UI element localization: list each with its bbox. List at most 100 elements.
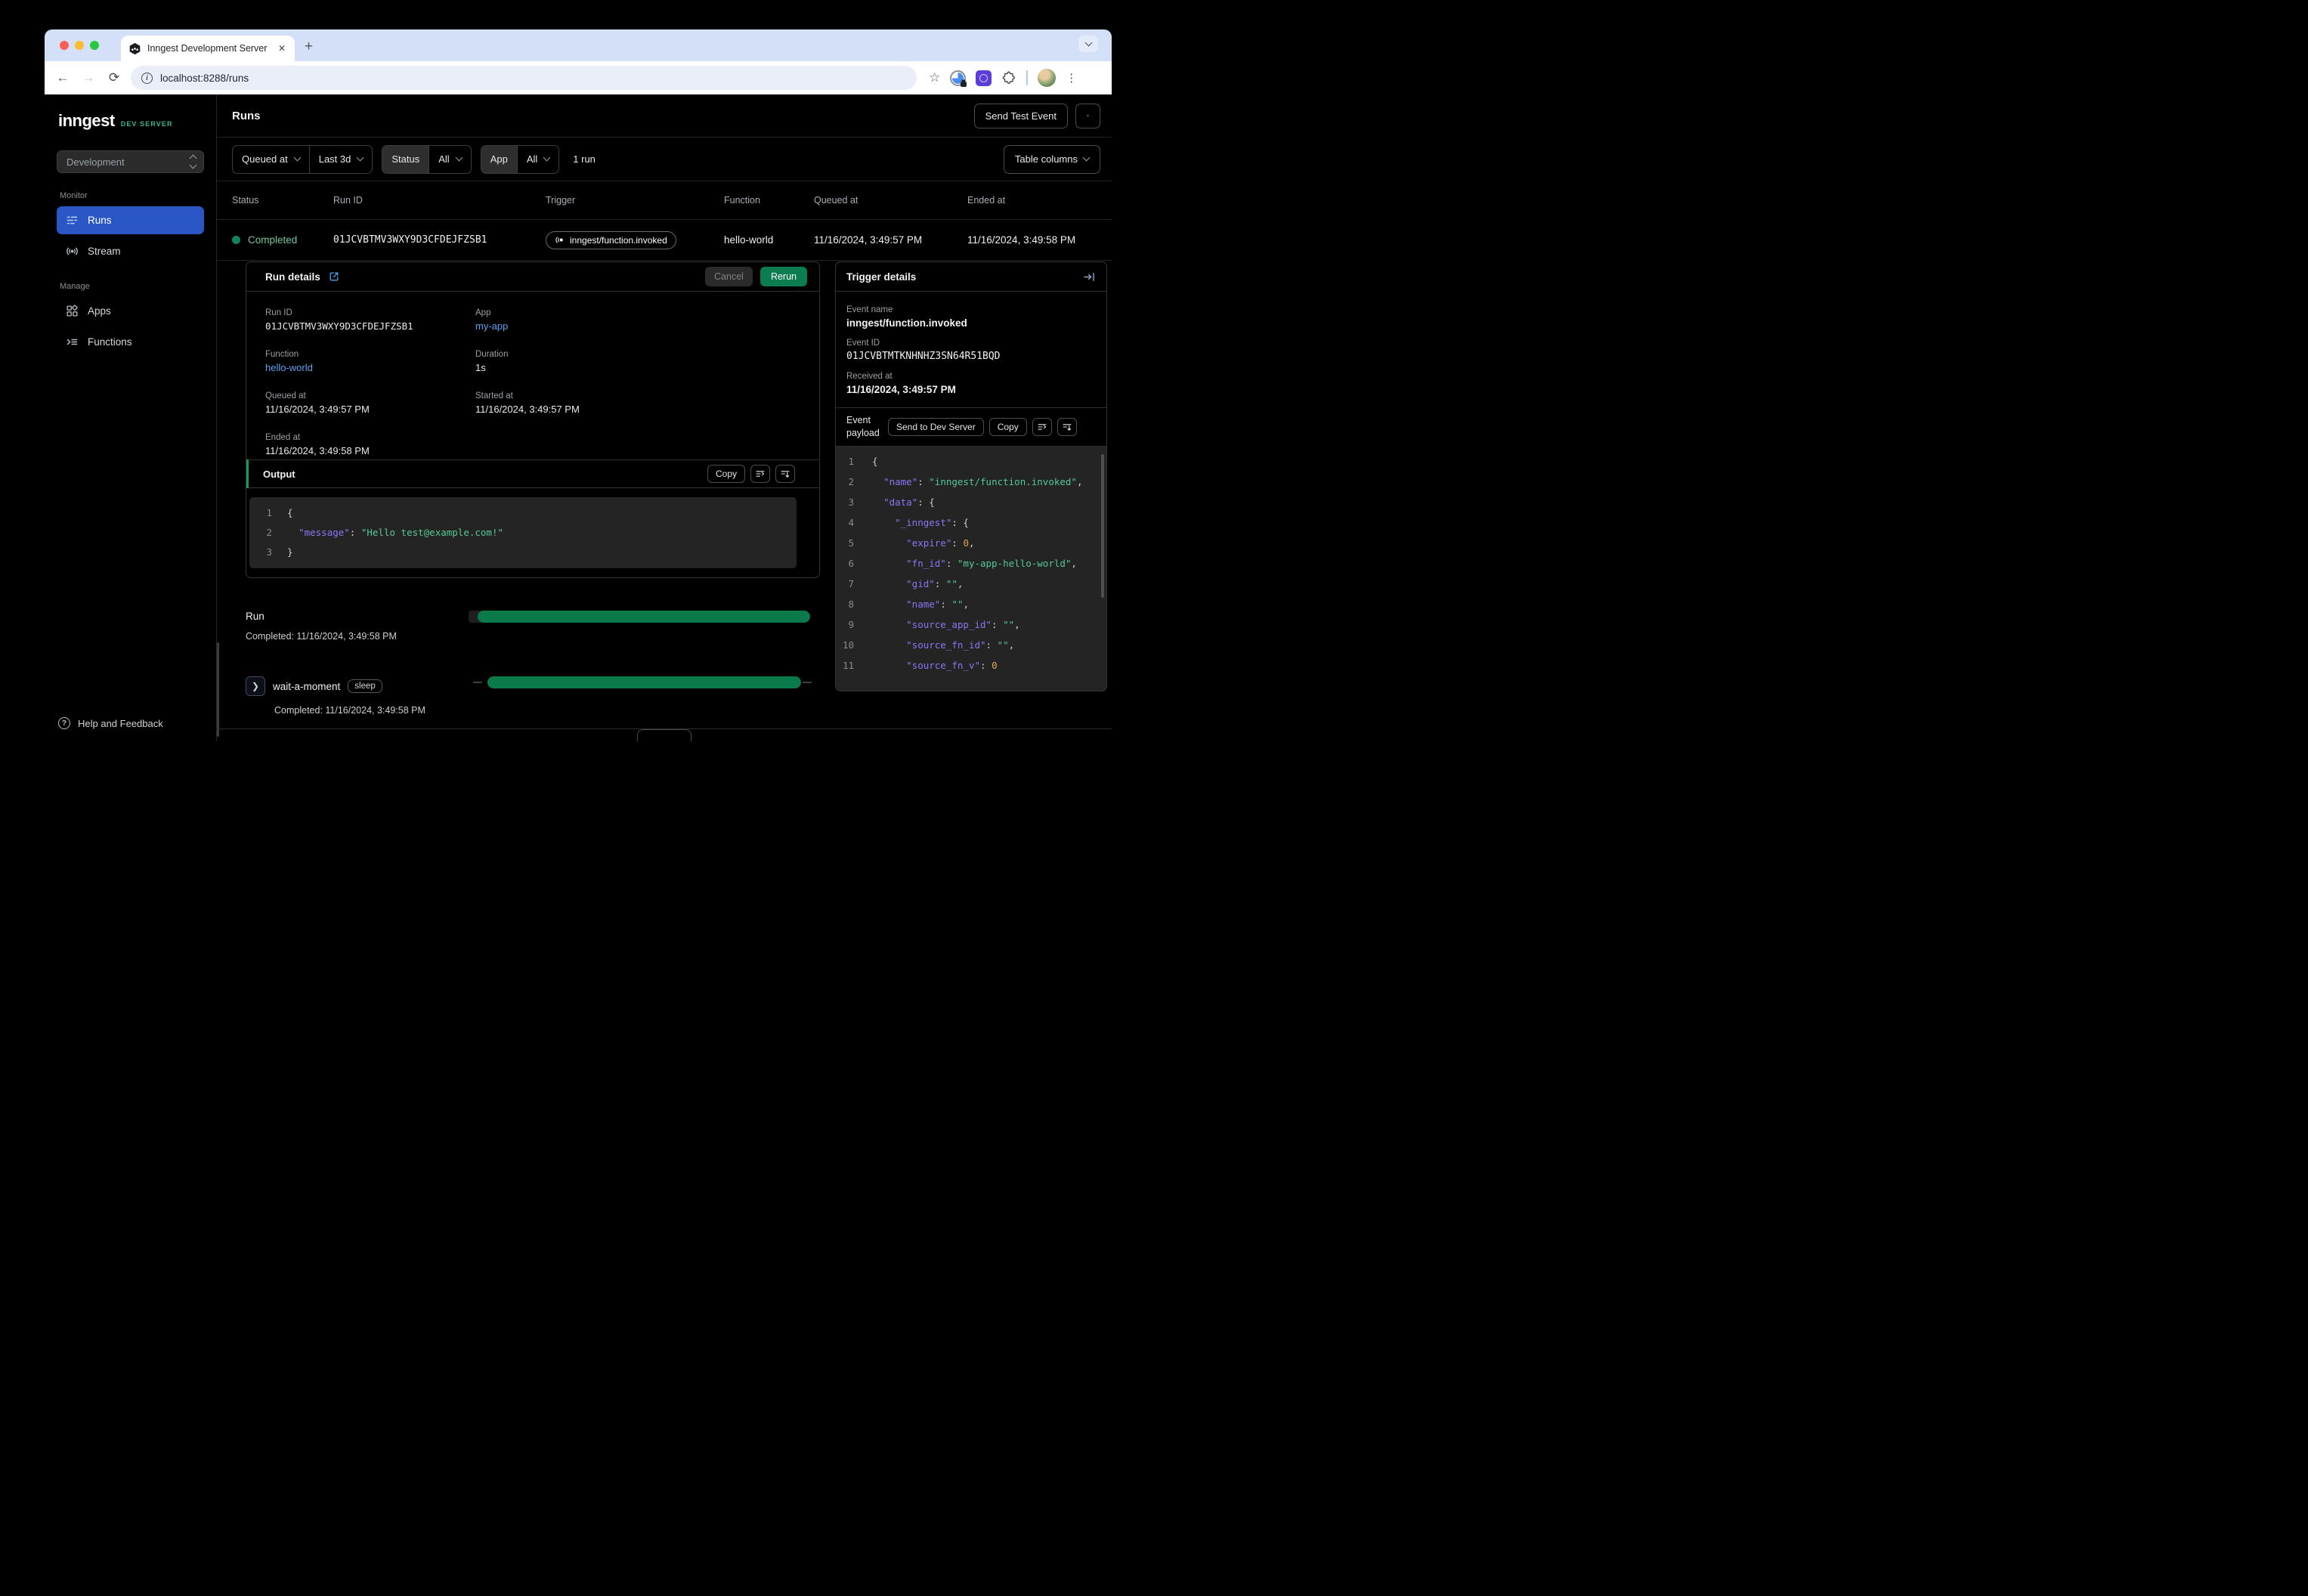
run-timeline: Run Completed: 11/16/2024, 3:49:58 PM ❯ …	[246, 611, 820, 716]
output-section-header: Output Copy	[246, 459, 819, 488]
password-manager-extension-icon[interactable]	[950, 70, 967, 87]
trigger-badge[interactable]: inngest/function.invoked	[546, 230, 676, 249]
maximize-window-button[interactable]	[90, 41, 99, 50]
reload-button[interactable]: ⟳	[105, 70, 123, 85]
table-header: Status Run ID Trigger Function Queued at…	[217, 181, 1112, 219]
minimize-window-button[interactable]	[75, 41, 84, 50]
field-duration: Duration 1s	[475, 350, 509, 373]
col-ended-at: Ended at	[967, 195, 1006, 206]
scroll-down-icon	[1063, 424, 1072, 431]
sidebar-section-monitor: Monitor	[60, 191, 88, 200]
expand-step-button[interactable]: ❯	[246, 676, 265, 696]
step-trail-tick	[803, 682, 812, 683]
browser-toolbar: ← → ⟳ i localhost:8288/runs ☆ ⋮	[45, 61, 1112, 94]
vertical-scrollbar[interactable]	[217, 642, 219, 737]
close-window-button[interactable]	[60, 41, 69, 50]
chevrons-up-down-icon	[189, 154, 197, 169]
toolbar-divider	[1026, 70, 1029, 85]
field-received-at: Received at 11/16/2024, 3:49:57 PM	[846, 372, 956, 395]
bottom-peek-button[interactable]	[637, 729, 691, 741]
sidebar-item-label: Apps	[88, 305, 111, 317]
purple-extension-icon[interactable]	[976, 70, 992, 86]
time-field-select[interactable]: Queued at	[233, 146, 309, 173]
environment-select[interactable]: Development	[57, 150, 204, 173]
help-question-icon: ?	[58, 717, 70, 729]
sidebar-item-stream[interactable]: Stream	[57, 237, 204, 265]
tab-search-button[interactable]	[1078, 36, 1098, 52]
chevron-down-icon	[293, 153, 302, 162]
browser-menu-icon[interactable]: ⋮	[1066, 71, 1077, 85]
output-title: Output	[263, 468, 295, 480]
app-link[interactable]: my-app	[475, 320, 800, 332]
sidebar-item-runs[interactable]: Runs	[57, 206, 204, 234]
col-queued-at: Queued at	[814, 195, 859, 206]
trigger-details-panel: Trigger details Event name inngest/funct…	[835, 261, 1107, 691]
dev-server-badge: DEV SERVER	[120, 120, 173, 128]
bookmark-star-icon[interactable]: ☆	[929, 70, 940, 85]
wrap-payload-button[interactable]	[1032, 417, 1052, 436]
timeline-step-row[interactable]: ❯ wait-a-moment sleep Completed: 11/16/2…	[246, 676, 818, 716]
function-link[interactable]: hello-world	[265, 362, 475, 373]
row-function: hello-world	[724, 234, 774, 246]
step-name: wait-a-moment	[273, 680, 341, 692]
sidebar-item-label: Functions	[88, 336, 132, 348]
settings-button[interactable]	[1075, 103, 1100, 128]
tab-close-icon[interactable]: ✕	[277, 43, 287, 54]
send-test-event-button[interactable]: Send Test Event	[973, 103, 1068, 128]
table-columns-label: Table columns	[1014, 153, 1078, 165]
row-queued-at: 11/16/2024, 3:49:57 PM	[814, 234, 923, 246]
help-and-feedback[interactable]: ? Help and Feedback	[58, 717, 163, 729]
url-bar[interactable]: i localhost:8288/runs	[131, 66, 917, 90]
sidebar-item-functions[interactable]: Functions	[57, 328, 204, 356]
chevron-down-icon	[543, 153, 551, 162]
browser-tab[interactable]: Inngest Development Server ✕	[121, 36, 295, 61]
output-code-block[interactable]: 1{2 "message": "Hello test@example.com!"…	[249, 497, 797, 568]
app-filter-select[interactable]: All	[516, 145, 558, 173]
table-row[interactable]: Completed 01JCVBTMV3WXY9D3CFDEJFZSB1 inn…	[217, 219, 1112, 261]
status-filter[interactable]: Status All	[382, 144, 472, 174]
send-to-dev-server-button[interactable]: Send to Dev Server	[888, 417, 984, 436]
back-button[interactable]: ←	[54, 70, 72, 85]
window-controls[interactable]	[60, 41, 99, 50]
col-status: Status	[232, 195, 259, 206]
sidebar-item-apps[interactable]: Apps	[57, 297, 204, 325]
time-range-select[interactable]: Last 3d	[308, 145, 373, 173]
sidebar-item-label: Stream	[88, 246, 121, 257]
forward-button[interactable]: →	[79, 70, 97, 85]
app-filter-value: All	[526, 153, 538, 165]
extensions-puzzle-icon[interactable]	[1001, 70, 1016, 85]
payload-scrollbar[interactable]	[1101, 453, 1104, 598]
status-filter-select[interactable]: All	[428, 145, 470, 173]
field-run-id: Run ID 01JCVBTMV3WXY9D3CFDEJFZSB1	[265, 308, 413, 332]
status-filter-value: All	[438, 153, 450, 165]
step-lead-tick	[473, 682, 482, 683]
site-info-icon[interactable]: i	[141, 72, 153, 84]
col-trigger: Trigger	[546, 195, 576, 206]
rerun-button[interactable]: Rerun	[760, 267, 807, 286]
app-filter[interactable]: App All	[480, 144, 560, 174]
wrap-text-button[interactable]	[750, 465, 770, 483]
timeline-run-label: Run	[246, 611, 265, 622]
copy-payload-button[interactable]: Copy	[988, 417, 1027, 436]
filter-bar: Queued at Last 3d Status All App All 1 r…	[217, 138, 1112, 181]
copy-output-button[interactable]: Copy	[707, 465, 745, 483]
field-app: App my-app	[475, 308, 800, 335]
run-detail-region: Run details Cancel Rerun Run ID 01JCVBTM…	[217, 261, 1112, 716]
profile-avatar[interactable]	[1038, 69, 1057, 87]
event-payload-header: Event payload Send to Dev Server Copy	[836, 408, 1106, 447]
wrap-text-icon	[1038, 424, 1047, 430]
scroll-payload-button[interactable]	[1057, 417, 1077, 436]
run-details-title: Run details	[265, 271, 320, 283]
event-payload-code-block[interactable]: 1{2 "name": "inngest/function.invoked", 3…	[836, 446, 1106, 691]
new-tab-button[interactable]: +	[305, 39, 313, 54]
page-title: Runs	[232, 109, 261, 122]
external-link-icon[interactable]	[328, 271, 340, 283]
collapse-panel-icon[interactable]	[1083, 271, 1096, 283]
gear-icon	[1087, 114, 1089, 117]
scroll-to-bottom-button[interactable]	[775, 465, 795, 483]
event-broadcast-icon	[555, 237, 563, 243]
cancel-button[interactable]: Cancel	[705, 267, 753, 286]
table-columns-button[interactable]: Table columns	[1003, 144, 1100, 174]
timeline-run-row[interactable]: Run Completed: 11/16/2024, 3:49:58 PM	[246, 611, 818, 642]
time-filter[interactable]: Queued at Last 3d	[232, 144, 373, 174]
